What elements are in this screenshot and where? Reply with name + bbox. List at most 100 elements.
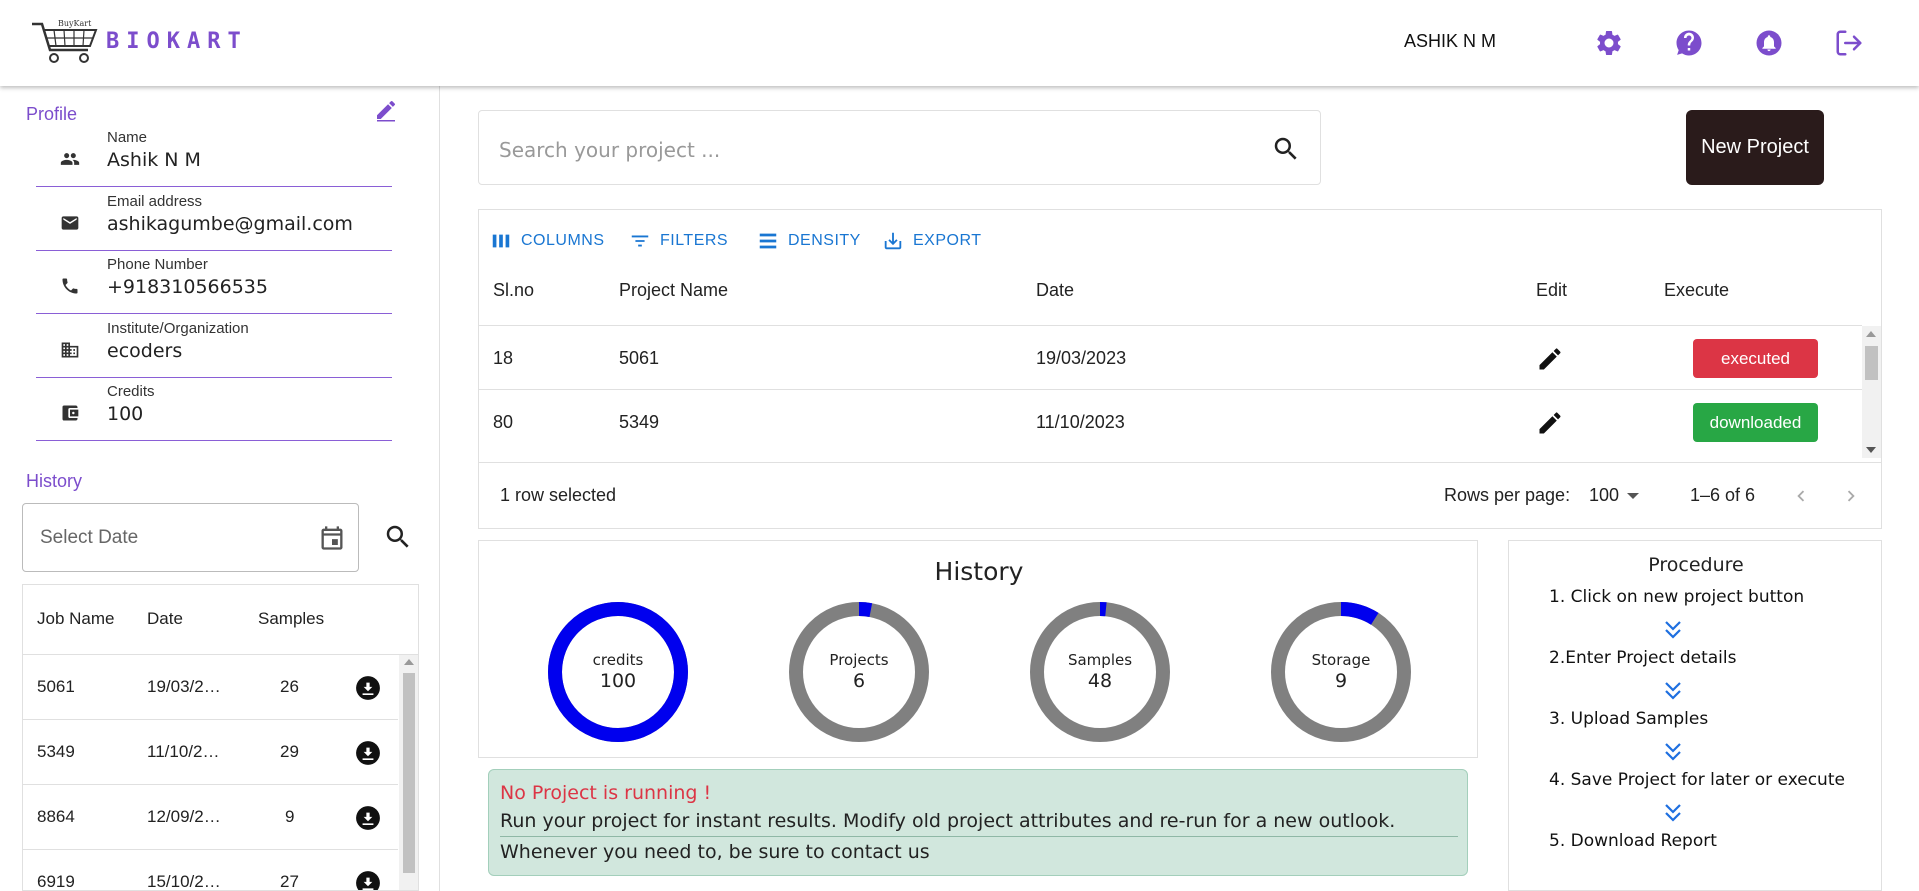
date-picker-input[interactable]: Select Date [22, 503, 359, 572]
export-icon [882, 230, 904, 252]
field-value[interactable]: ecoders [107, 340, 182, 362]
donut-samples: Samples 48 [1029, 601, 1171, 743]
donut-label: Samples [1067, 651, 1133, 669]
table-row[interactable]: 18 5061 19/03/2023 executed [479, 325, 1862, 389]
donut-storage: Storage 9 [1270, 601, 1412, 743]
gear-icon[interactable] [1594, 28, 1624, 58]
organization-field[interactable]: Institute/Organization ecoders [36, 318, 392, 378]
row-date: 19/03/2023 [1036, 348, 1127, 368]
column-header[interactable]: Project Name [619, 280, 728, 301]
grid-scrollbar[interactable] [1862, 326, 1881, 458]
row-project-name: 5349 [619, 412, 660, 432]
procedure-step: 3. Upload Samples [1549, 709, 1709, 729]
toolbar-label: EXPORT [913, 232, 982, 249]
filter-icon [629, 230, 651, 252]
bell-icon[interactable] [1754, 28, 1784, 58]
scroll-up-icon[interactable] [1866, 331, 1876, 337]
rows-per-page-select[interactable]: 100 [1589, 485, 1619, 506]
credits-field[interactable]: Credits 100 [36, 381, 392, 441]
history-chart-title: History [934, 557, 1024, 586]
history-search-icon[interactable] [383, 522, 413, 552]
download-icon[interactable] [355, 740, 381, 766]
table-row[interactable]: 80 5349 11/10/2023 downloaded [479, 389, 1862, 453]
procedure-card: Procedure 1. Click on new project button… [1508, 540, 1882, 891]
people-icon [60, 149, 80, 169]
toolbar-label: DENSITY [788, 232, 861, 249]
column-header[interactable]: Execute [1664, 280, 1729, 301]
job-date: 15/10/2… [147, 872, 221, 891]
table-row[interactable]: 5061 19/03/2… 26 [23, 655, 398, 720]
new-project-button[interactable]: New Project [1686, 110, 1824, 185]
pagination-range: 1–6 of 6 [1690, 485, 1756, 505]
field-value[interactable]: Ashik N M [107, 149, 201, 171]
scroll-thumb[interactable] [1865, 346, 1878, 380]
email-field[interactable]: Email address ashikagumbe@gmail.com [36, 191, 392, 251]
cart-logo-icon[interactable]: BuyKart [30, 16, 102, 68]
download-icon[interactable] [355, 675, 381, 701]
download-icon[interactable] [355, 870, 381, 890]
scroll-down-icon[interactable] [1866, 447, 1876, 453]
field-value[interactable]: 100 [107, 403, 143, 425]
field-value[interactable]: ashikagumbe@gmail.com [107, 213, 353, 235]
job-name: 6919 [37, 872, 75, 891]
brand-name: BIOKART [106, 29, 248, 54]
table-row[interactable]: 5349 11/10/2… 29 [23, 720, 398, 785]
column-header[interactable]: Edit [1536, 280, 1567, 301]
column-header[interactable]: Date [147, 609, 183, 629]
building-icon [60, 340, 80, 360]
field-label: Institute/Organization [107, 320, 249, 337]
donut-label: Storage [1311, 651, 1371, 669]
edit-pencil-icon[interactable] [1536, 345, 1564, 373]
edit-profile-icon[interactable] [374, 98, 398, 122]
search-icon[interactable] [1271, 134, 1301, 164]
alert-message: Run your project for instant results. Mo… [500, 810, 1396, 832]
column-header[interactable]: Sl.no [493, 280, 534, 301]
status-button[interactable]: downloaded [1693, 403, 1818, 442]
row-slno: 18 [493, 348, 514, 368]
history-scrollbar[interactable] [399, 655, 418, 890]
job-name: 5061 [37, 677, 75, 696]
field-value[interactable]: +918310566535 [107, 276, 268, 298]
mail-icon [60, 213, 80, 233]
phone-field[interactable]: Phone Number +918310566535 [36, 254, 392, 314]
double-chevron-down-icon [1663, 619, 1683, 641]
phone-icon [60, 276, 80, 296]
top-header: BuyKart BIOKART ASHIK N M [0, 0, 1919, 86]
job-date: 12/09/2… [147, 807, 221, 826]
help-icon[interactable] [1674, 28, 1704, 58]
selected-count: 1 row selected [500, 485, 617, 505]
chevron-left-icon[interactable] [1790, 485, 1812, 507]
chevron-right-icon[interactable] [1840, 485, 1862, 507]
donut-value: 6 [852, 670, 866, 692]
field-label: Phone Number [107, 256, 208, 273]
table-header: Job Name Date Samples [23, 585, 418, 655]
history-table: Job Name Date Samples 5061 19/03/2… 26 5… [22, 584, 419, 891]
table-row[interactable]: 8864 12/09/2… 9 [23, 785, 398, 850]
scroll-thumb[interactable] [403, 673, 415, 873]
logout-icon[interactable] [1834, 28, 1864, 58]
project-search-input[interactable]: Search your project ... [478, 110, 1321, 185]
chevron-down-icon[interactable] [1627, 493, 1639, 499]
row-date: 11/10/2023 [1036, 412, 1125, 432]
procedure-title: Procedure [1648, 554, 1744, 576]
job-samples: 29 [280, 742, 299, 761]
status-button[interactable]: executed [1693, 339, 1818, 378]
table-row[interactable]: 6919 15/10/2… 27 [23, 850, 398, 891]
name-field[interactable]: Name Ashik N M [36, 127, 392, 187]
field-label: Name [107, 129, 148, 146]
donut-value: 9 [1334, 670, 1348, 692]
edit-pencil-icon[interactable] [1536, 409, 1564, 437]
donut-value: 100 [599, 670, 637, 692]
column-header[interactable]: Job Name [37, 609, 114, 629]
column-header[interactable]: Date [1036, 280, 1074, 301]
search-placeholder: Search your project ... [499, 138, 721, 162]
download-icon[interactable] [355, 805, 381, 831]
job-name: 5349 [37, 742, 75, 761]
donut-value: 48 [1087, 670, 1113, 692]
column-header[interactable]: Samples [258, 609, 324, 629]
alert-title: No Project is running ! [500, 782, 712, 804]
scroll-up-icon[interactable] [404, 659, 414, 665]
double-chevron-down-icon [1663, 680, 1683, 702]
rows-per-page-label: Rows per page: [1444, 485, 1571, 505]
calendar-icon[interactable] [318, 524, 346, 552]
